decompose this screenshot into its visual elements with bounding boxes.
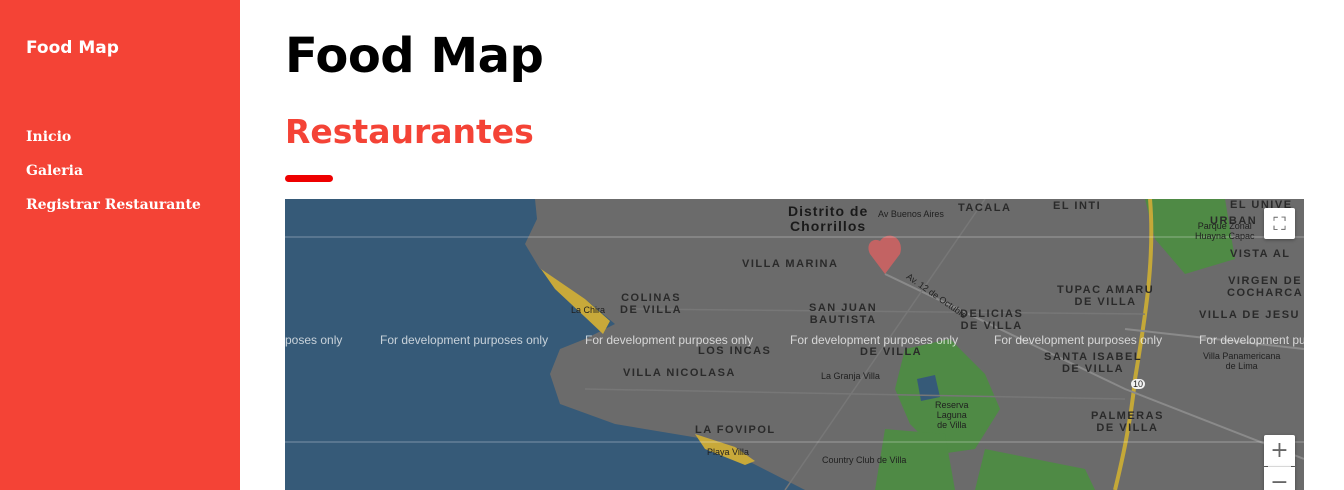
map-label-neighborhood: DELICIAS DE VILLA [960, 308, 1024, 332]
map-label-park: Parque Zonal Huayna Capac [1195, 221, 1255, 241]
page-title: Food Map [285, 28, 544, 84]
nav-item-registrar-restaurante: Registrar Restaurante [26, 194, 201, 228]
map-label-neighborhood: DE VILLA [860, 346, 923, 358]
map-label-neighborhood: VISTA AL [1230, 248, 1291, 260]
map-label-neighborhood: VILLA MARINA [742, 258, 839, 270]
map-label-place: La Granja Villa [821, 371, 880, 381]
title-underline [285, 175, 333, 182]
map-label-park: Reserva Laguna de Villa [935, 400, 969, 430]
watermark-text: For development purposes only [380, 333, 549, 347]
map-label-neighborhood: EL INTI [1053, 200, 1102, 212]
map-label-neighborhood: COLINAS DE VILLA [620, 292, 683, 316]
watermark-text: For development purposes only [790, 333, 959, 347]
map-label-neighborhood: VILLA NICOLASA [623, 367, 736, 379]
fullscreen-button[interactable]: ⛶ [1264, 208, 1295, 239]
map-label-place: La Chira [571, 305, 606, 315]
map-label-place: Country Club de Villa [822, 455, 907, 465]
fullscreen-icon: ⛶ [1273, 214, 1286, 235]
watermark-text: poses only [285, 333, 343, 347]
map-label-neighborhood: LA FOVIPOL [695, 424, 776, 436]
sidebar: Food Map Inicio Galeria Registrar Restau… [0, 0, 240, 490]
route-shield: 10 [1131, 379, 1146, 389]
map-label-place: Playa Villa [707, 447, 749, 457]
map-label-neighborhood: TACALA [958, 202, 1012, 214]
map-label-neighborhood: PALMERAS DE VILLA [1091, 410, 1164, 434]
map-label-neighborhood: SAN JUAN BAUTISTA [809, 302, 878, 326]
zoom-in-button[interactable]: + [1264, 435, 1295, 466]
watermark-text: For development pu [1199, 333, 1304, 347]
nav-item-galeria: Galeria [26, 160, 201, 194]
nav-link-inicio[interactable]: Inicio [26, 129, 71, 145]
map-label-neighborhood: SANTA ISABEL DE VILLA [1044, 351, 1143, 375]
nav-link-galeria[interactable]: Galeria [26, 163, 83, 179]
sidebar-nav: Inicio Galeria Registrar Restaurante [26, 126, 201, 228]
nav-item-inicio: Inicio [26, 126, 201, 160]
zoom-out-button[interactable]: − [1264, 467, 1295, 490]
map-label-district: Distrito de Chorrillos [788, 203, 869, 234]
nav-link-registrar-restaurante[interactable]: Registrar Restaurante [26, 197, 201, 213]
section-title: Restaurantes [285, 112, 534, 151]
map-label-neighborhood: TUPAC AMARU DE VILLA [1057, 284, 1155, 308]
brand-link[interactable]: Food Map [26, 38, 119, 58]
map-label-neighborhood: LOS INCAS [698, 345, 772, 357]
map-label-street: Av Buenos Aires [878, 209, 944, 219]
map-label-place: Villa Panamericana de Lima [1203, 351, 1281, 371]
plus-icon: + [1270, 438, 1289, 463]
watermark-text: For development purposes only [994, 333, 1163, 347]
map[interactable]: poses only For development purposes only… [285, 199, 1304, 490]
minus-icon: − [1270, 470, 1289, 490]
map-label-neighborhood: VIRGEN DE COCHARCA [1227, 275, 1304, 299]
map-label-neighborhood: VILLA DE JESU [1199, 309, 1300, 321]
